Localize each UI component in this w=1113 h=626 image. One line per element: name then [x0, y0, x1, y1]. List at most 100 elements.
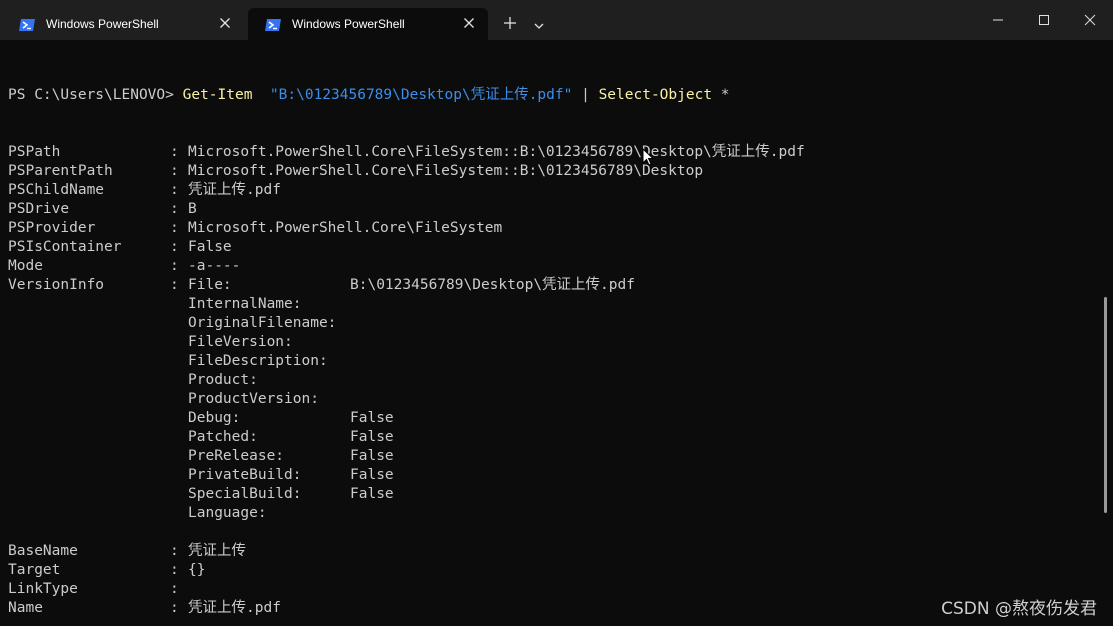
watermark: CSDN @熬夜伤发君	[941, 599, 1097, 619]
version-info-row: PrivateBuild: False	[188, 466, 394, 485]
property-row: Mode: -a----	[8, 257, 240, 276]
property-value: Microsoft.PowerShell.Core\FileSystem::B:…	[188, 144, 805, 160]
version-info-value: False	[350, 467, 394, 483]
property-row: PSDrive: B	[8, 200, 197, 219]
scrollbar-thumb[interactable]	[1104, 297, 1107, 513]
title-bar: Windows PowerShell Windows PowerShell	[0, 0, 1113, 40]
property-name: PSIsContainer	[8, 239, 122, 255]
window-close-icon	[1084, 11, 1096, 30]
property-name: VersionInfo	[8, 277, 105, 293]
cmdlet-get-item: Get-Item	[182, 87, 253, 103]
version-info-key: File:	[188, 277, 232, 293]
powershell-icon	[264, 17, 282, 31]
version-info-row: InternalName:	[188, 295, 350, 314]
separator: :	[170, 562, 179, 578]
tab-title: Windows PowerShell	[292, 17, 405, 31]
version-info-key: Language:	[188, 505, 267, 521]
tab-dropdown-button[interactable]	[528, 12, 550, 36]
property-value: 凭证上传.pdf	[188, 600, 281, 616]
close-icon[interactable]	[462, 16, 476, 30]
version-info-row: FileVersion:	[188, 333, 350, 352]
property-row: PSPath: Microsoft.PowerShell.Core\FileSys…	[8, 143, 805, 162]
separator: :	[170, 600, 179, 616]
version-info-row: SpecialBuild: False	[188, 485, 394, 504]
property-row: BaseName: 凭证上传	[8, 542, 246, 561]
tab-windows-powershell-1[interactable]: Windows PowerShell	[2, 8, 244, 40]
separator: :	[170, 163, 179, 179]
tab-title: Windows PowerShell	[46, 17, 159, 31]
property-row: PSChildName: 凭证上传.pdf	[8, 181, 281, 200]
property-name: Mode	[8, 258, 43, 274]
separator: :	[170, 220, 179, 236]
separator: :	[170, 239, 179, 255]
separator: :	[170, 277, 179, 293]
property-value: B	[188, 201, 197, 217]
pipe-operator: |	[581, 87, 590, 103]
property-name: PSParentPath	[8, 163, 113, 179]
separator: :	[170, 144, 179, 160]
version-info-row: FileDescription:	[188, 352, 350, 371]
property-name: PSChildName	[8, 182, 105, 198]
version-info-row: ProductVersion:	[188, 390, 350, 409]
separator: :	[170, 258, 179, 274]
property-name: PSProvider	[8, 220, 96, 236]
property-name: Name	[8, 600, 43, 616]
version-info-key: PreRelease:	[188, 448, 285, 464]
minimize-icon	[992, 11, 1004, 30]
version-info-row: VersionInfo: File: B:\0123456789\Desktop\凭…	[8, 276, 635, 295]
version-info-value: False	[350, 410, 394, 426]
minimize-button[interactable]	[975, 0, 1021, 40]
prompt: PS C:\Users\LENOVO>	[8, 87, 183, 103]
command-line: PS C:\Users\LENOVO> Get-Item "B:\0123456…	[8, 86, 730, 105]
tab-windows-powershell-2[interactable]: Windows PowerShell	[248, 8, 488, 40]
mouse-cursor-icon	[642, 147, 655, 170]
wildcard-argument: *	[720, 87, 730, 103]
property-row: LinkType:	[8, 580, 188, 599]
version-info-value: B:\0123456789\Desktop\凭证上传.pdf	[350, 277, 635, 293]
maximize-icon	[1038, 11, 1050, 30]
property-row: Name: 凭证上传.pdf	[8, 599, 281, 618]
chevron-down-icon	[533, 15, 545, 34]
property-value: -a----	[188, 258, 241, 274]
version-info-key: Debug:	[188, 410, 241, 426]
property-name: Target	[8, 562, 61, 578]
powershell-icon	[18, 17, 36, 31]
separator: :	[170, 581, 179, 597]
property-row: PSIsContainer: False	[8, 238, 232, 257]
version-info-key: FileVersion:	[188, 334, 293, 350]
version-info-key: PrivateBuild:	[188, 467, 302, 483]
path-argument: "B:\0123456789\Desktop\凭证上传.pdf"	[269, 87, 573, 103]
version-info-key: FileDescription:	[188, 353, 328, 369]
maximize-button[interactable]	[1021, 0, 1067, 40]
version-info-value: False	[350, 429, 394, 445]
plus-icon	[503, 15, 517, 34]
version-info-row: Patched: False	[188, 428, 394, 447]
property-name: LinkType	[8, 581, 78, 597]
property-value: {}	[188, 562, 206, 578]
version-info-row: OriginalFilename:	[188, 314, 350, 333]
property-row: PSProvider: Microsoft.PowerShell.Core\Fil…	[8, 219, 502, 238]
separator: :	[170, 182, 179, 198]
property-value: Microsoft.PowerShell.Core\FileSystem::B:…	[188, 163, 704, 179]
version-info-row: PreRelease: False	[188, 447, 394, 466]
property-name: PSPath	[8, 144, 61, 160]
new-tab-button[interactable]	[498, 12, 522, 36]
separator: :	[170, 543, 179, 559]
version-info-value: False	[350, 448, 394, 464]
property-value: 凭证上传	[188, 543, 246, 559]
property-value: False	[188, 239, 232, 255]
version-info-key: ProductVersion:	[188, 391, 319, 407]
property-value: 凭证上传.pdf	[188, 182, 281, 198]
property-row: PSParentPath: Microsoft.PowerShell.Core\F…	[8, 162, 703, 181]
property-name: PSDrive	[8, 201, 70, 217]
property-value: Microsoft.PowerShell.Core\FileSystem	[188, 220, 503, 236]
window-close-button[interactable]	[1067, 0, 1113, 40]
close-icon[interactable]	[218, 16, 232, 30]
version-info-key: InternalName:	[188, 296, 302, 312]
version-info-key: Product:	[188, 372, 258, 388]
version-info-row: Product:	[188, 371, 350, 390]
terminal-output[interactable]: PS C:\Users\LENOVO> Get-Item "B:\0123456…	[0, 40, 1113, 626]
separator: :	[170, 201, 179, 217]
version-info-key: Patched:	[188, 429, 258, 445]
property-row: Target: {}	[8, 561, 205, 580]
